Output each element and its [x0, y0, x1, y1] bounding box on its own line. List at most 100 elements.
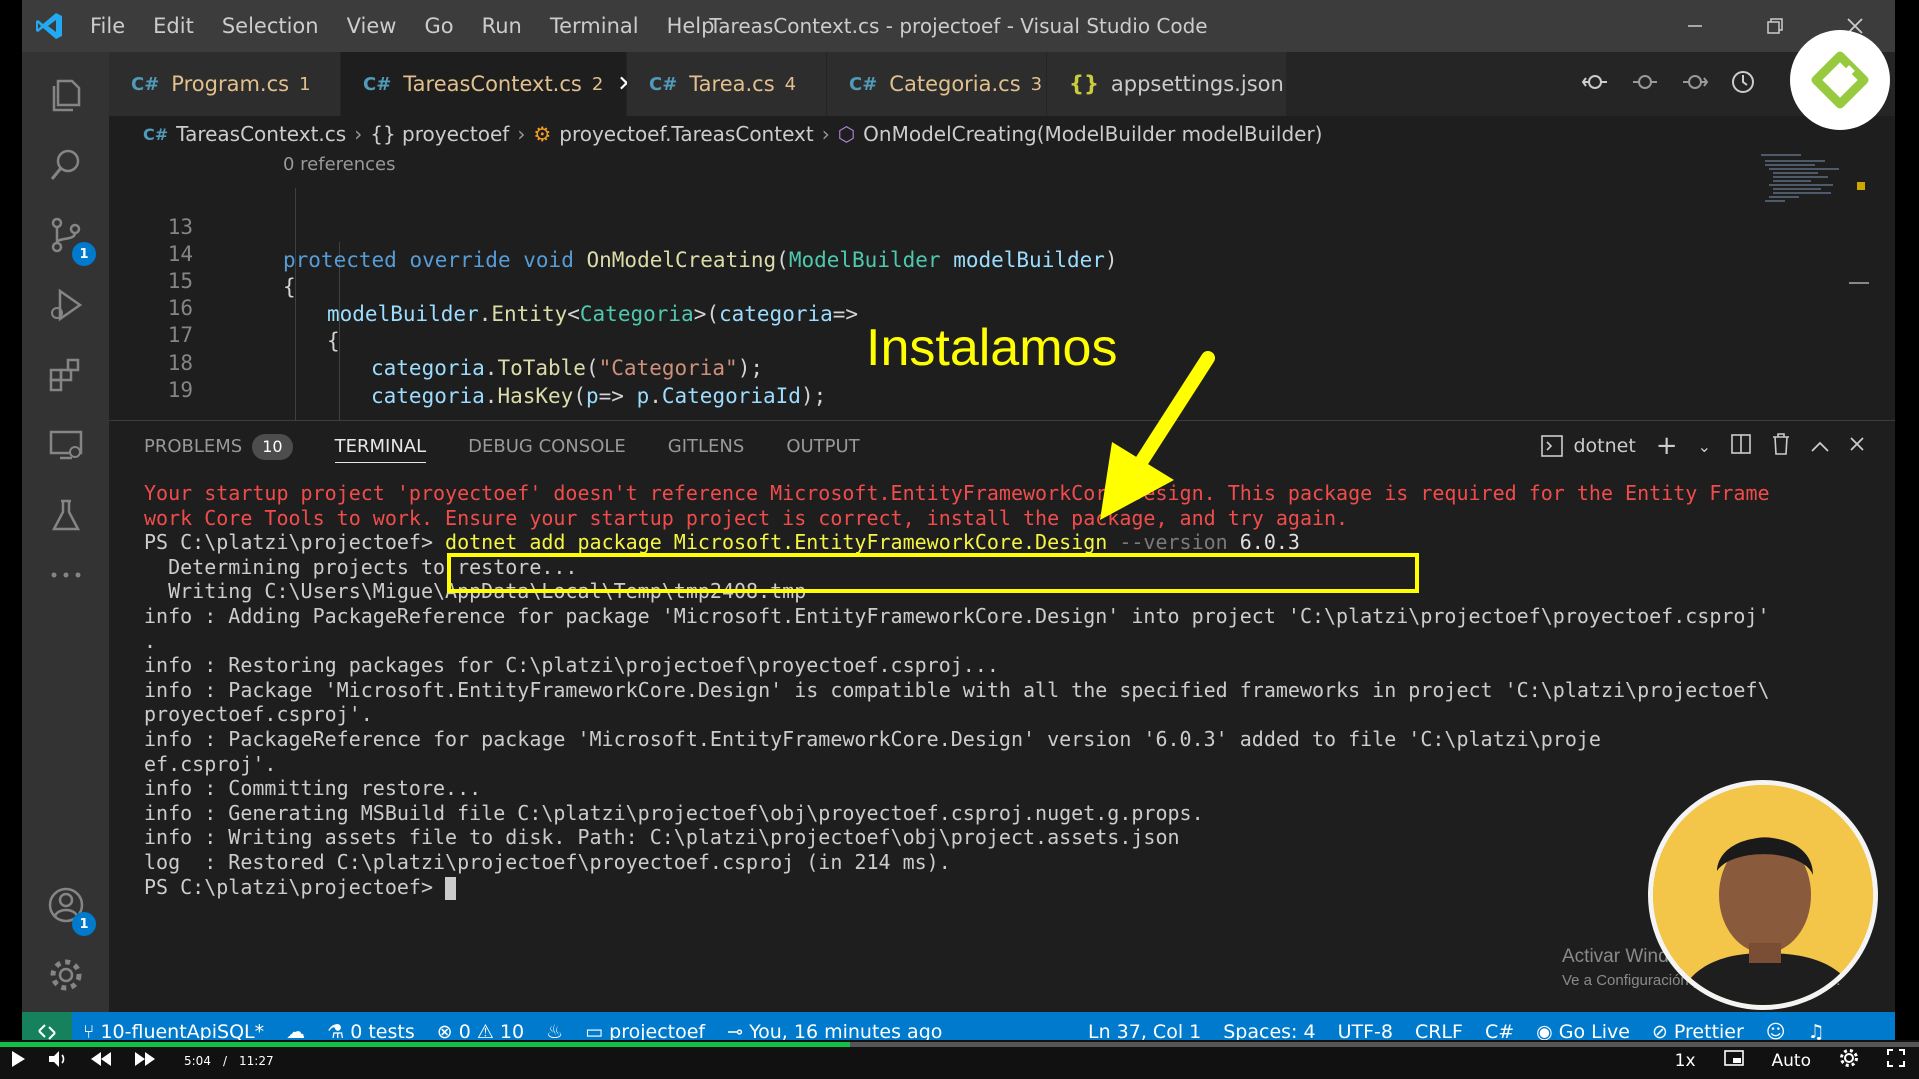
fullscreen-icon[interactable]: [1887, 1049, 1905, 1072]
menu-go[interactable]: Go: [410, 0, 467, 52]
terminal-command-flag: --version: [1119, 530, 1228, 555]
maximize-panel-icon[interactable]: [1811, 435, 1829, 457]
tab-label: TareasContext.cs: [403, 72, 582, 96]
tab-problems[interactable]: PROBLEMS 10: [144, 421, 293, 471]
terminal-command: dotnet add package Microsoft.EntityFrame…: [445, 530, 1108, 555]
terminal-line: .: [144, 628, 157, 653]
menu-view[interactable]: View: [333, 0, 411, 52]
more-icon[interactable]: [22, 540, 109, 610]
tab-terminal[interactable]: TERMINAL: [334, 421, 426, 471]
csharp-icon: C#: [849, 73, 878, 95]
tab-debug-console[interactable]: DEBUG CONSOLE: [468, 421, 626, 471]
split-terminal-icon[interactable]: [1731, 433, 1751, 459]
settings-gear-icon[interactable]: [1839, 1048, 1859, 1073]
video-frame: File Edit Selection View Go Run Terminal…: [0, 0, 1919, 1079]
close-panel-icon[interactable]: [1849, 435, 1865, 457]
command-highlight-box: [447, 553, 1419, 593]
run-debug-icon[interactable]: [22, 270, 109, 340]
duration: 11:27: [239, 1054, 274, 1068]
tab-program-cs[interactable]: C# Program.cs 1: [109, 52, 341, 116]
terminal-line: log : Restored C:\platzi\projectoef\proy…: [144, 849, 951, 874]
explorer-icon[interactable]: [22, 60, 109, 130]
terminal-line: info : Generating MSBuild file C:\platzi…: [144, 800, 1204, 825]
code-token: categoria: [371, 384, 485, 408]
picture-in-picture-icon[interactable]: [1723, 1050, 1744, 1071]
compare-changes-icon[interactable]: [1581, 71, 1609, 97]
menu-terminal[interactable]: Terminal: [536, 0, 653, 52]
csharp-icon: C#: [143, 124, 169, 144]
bottom-panel: PROBLEMS 10 TERMINAL DEBUG CONSOLE GITLEN…: [109, 420, 1895, 1012]
tab-label: appsettings.json: [1110, 72, 1284, 96]
video-progress-bar[interactable]: [0, 1042, 1919, 1047]
code-editor[interactable]: 0 references 13 protected override void …: [109, 152, 1895, 420]
remote-explorer-icon[interactable]: [22, 410, 109, 480]
menu-help[interactable]: Help: [653, 0, 729, 52]
class-icon: ⚙: [533, 122, 552, 146]
annotation-text: Instalamos: [866, 319, 1118, 377]
next-revision-icon[interactable]: [1681, 71, 1709, 97]
tab-tarea-cs[interactable]: C# Tarea.cs 4: [627, 52, 827, 116]
video-player-bar: 5:04 / 11:27 1x Auto: [0, 1040, 1919, 1079]
tab-output[interactable]: OUTPUT: [786, 421, 859, 471]
tab-problem-count: 3: [1030, 73, 1043, 95]
extensions-icon[interactable]: [22, 340, 109, 410]
trash-icon[interactable]: [1771, 432, 1791, 460]
breadcrumb-method[interactable]: OnModelCreating(ModelBuilder modelBuilde…: [863, 122, 1322, 146]
rewind-icon[interactable]: [90, 1051, 112, 1071]
code-token: );: [800, 384, 827, 408]
fast-forward-icon[interactable]: [134, 1051, 156, 1071]
settings-gear-icon[interactable]: [22, 940, 109, 1010]
tab-problem-count: 4: [784, 73, 797, 95]
menu-run[interactable]: Run: [468, 0, 536, 52]
breadcrumb-class[interactable]: proyectoef.TareasContext: [559, 122, 813, 146]
menu-selection[interactable]: Selection: [208, 0, 333, 52]
menu-file[interactable]: File: [76, 0, 139, 52]
terminal-selector[interactable]: dotnet: [1541, 435, 1636, 457]
code-text: categoria.HasKey(p=> p.CategoriaId);: [371, 380, 826, 413]
volume-icon[interactable]: [48, 1050, 68, 1072]
chevron-right-icon: ›: [517, 122, 526, 146]
menu-edit[interactable]: Edit: [139, 0, 208, 52]
code-token: =>: [598, 384, 637, 408]
minimize-button[interactable]: [1655, 0, 1735, 52]
source-control-badge: 1: [72, 242, 96, 266]
terminal-line: info : Committing restore...: [144, 776, 482, 801]
video-progress-fill: [0, 1042, 851, 1047]
file-history-icon[interactable]: [1731, 70, 1755, 98]
play-icon[interactable]: [10, 1050, 26, 1072]
editor-actions: [1581, 52, 1755, 116]
time-separator: /: [222, 1054, 227, 1068]
codelens-references[interactable]: 0 references: [283, 154, 396, 175]
code-token: .: [484, 384, 498, 408]
terminal-output[interactable]: Your startup project 'proyectoef' doesn'…: [144, 481, 1864, 900]
accounts-icon[interactable]: 1: [22, 870, 109, 940]
tab-categoria-cs[interactable]: C# Categoria.cs 3: [827, 52, 1047, 116]
accounts-badge: 1: [72, 912, 96, 936]
method-icon: ⬡: [837, 122, 856, 146]
tab-tareascontext-cs[interactable]: C# TareasContext.cs 2 ✕: [341, 52, 636, 116]
quality-selector[interactable]: Auto: [1772, 1051, 1811, 1071]
breadcrumb-namespace[interactable]: {} proyectoef: [370, 122, 509, 146]
new-terminal-plus-icon[interactable]: +: [1656, 431, 1678, 461]
restore-button[interactable]: [1735, 0, 1815, 52]
menu-bar: File Edit Selection View Go Run Terminal…: [76, 0, 728, 52]
code-token: CategoriaId: [661, 384, 801, 408]
terminal-prompt: PS C:\platzi\projectoef>: [144, 530, 433, 555]
tab-gitlens[interactable]: GITLENS: [668, 421, 745, 471]
terminal-line: info : Writing assets file to disk. Path…: [144, 825, 1180, 850]
current-time: 5:04: [184, 1054, 211, 1068]
terminal-line: info : Package 'Microsoft.EntityFramewor…: [144, 677, 1770, 702]
search-icon[interactable]: [22, 130, 109, 200]
previous-revision-icon[interactable]: [1631, 71, 1659, 97]
panel-actions: dotnet + ⌄: [1541, 421, 1865, 471]
tab-appsettings-json[interactable]: {} appsettings.json: [1047, 52, 1287, 116]
json-icon: {}: [1069, 72, 1099, 96]
playback-speed[interactable]: 1x: [1675, 1051, 1696, 1071]
minimap[interactable]: [1759, 152, 1869, 420]
chevron-down-icon[interactable]: ⌄: [1698, 437, 1711, 456]
source-control-icon[interactable]: 1: [22, 200, 109, 270]
breadcrumb-file[interactable]: TareasContext.cs: [176, 122, 346, 146]
terminal-name: dotnet: [1573, 435, 1636, 457]
csharp-icon: C#: [131, 73, 160, 95]
code-token: (: [573, 384, 586, 408]
